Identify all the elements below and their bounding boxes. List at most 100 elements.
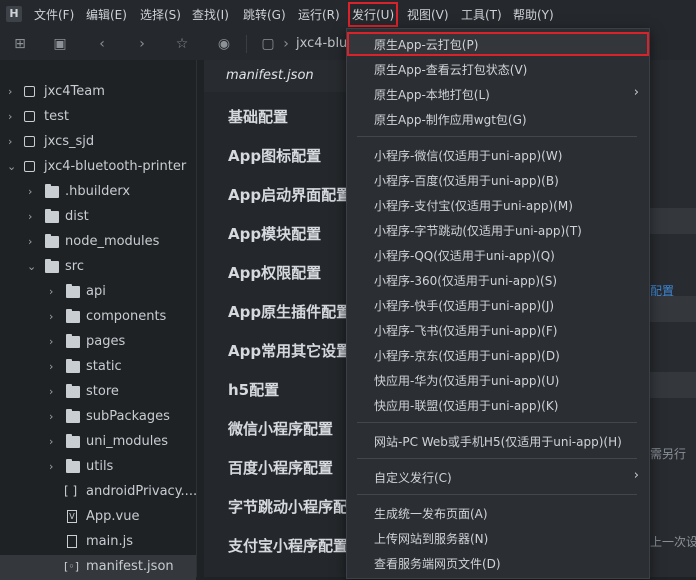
- tree-project-test[interactable]: › test: [0, 105, 196, 130]
- menu-item-label: 自定义发行(C): [374, 471, 452, 485]
- chevron-down-icon[interactable]: ⌄: [27, 260, 37, 274]
- tree-file-main-js[interactable]: main.js: [0, 530, 196, 555]
- menu-item-custom-publish[interactable]: 自定义发行(C) ›: [347, 465, 649, 489]
- hbuilderx-logo-icon: H: [6, 6, 22, 22]
- chevron-right-icon[interactable]: ›: [8, 85, 18, 99]
- chevron-right-icon[interactable]: ›: [49, 360, 59, 374]
- menu-item-upload-website[interactable]: 上传网站到服务器(N): [347, 526, 649, 550]
- menu-item-app-local-pack[interactable]: 原生App-本地打包(L) ›: [347, 82, 649, 106]
- section-h5-config[interactable]: h5配置: [228, 379, 279, 400]
- section-app-icon-config[interactable]: App图标配置: [228, 145, 321, 166]
- menu-item-view-server-files[interactable]: 查看服务端网页文件(D): [347, 551, 649, 575]
- menu-select[interactable]: 选择(S): [140, 6, 181, 23]
- menu-item-mp-360[interactable]: 小程序-360(仅适用于uni-app)(S): [347, 268, 649, 292]
- menu-item-mp-alipay[interactable]: 小程序-支付宝(仅适用于uni-app)(M): [347, 193, 649, 217]
- tree-folder-utils[interactable]: › utils: [0, 455, 196, 480]
- chevron-right-icon[interactable]: ›: [49, 460, 59, 474]
- tree-label: api: [86, 284, 106, 299]
- tree-folder-api[interactable]: › api: [0, 280, 196, 305]
- new-file-icon[interactable]: ⊞: [12, 36, 28, 52]
- publish-dropdown-menu: 原生App-云打包(P) 原生App-查看云打包状态(V) 原生App-本地打包…: [346, 28, 650, 579]
- menu-file[interactable]: 文件(F): [34, 6, 74, 23]
- menu-item-mp-jd[interactable]: 小程序-京东(仅适用于uni-app)(D): [347, 343, 649, 367]
- section-app-other-settings[interactable]: App常用其它设置: [228, 340, 351, 361]
- section-app-splash-config[interactable]: App启动界面配置: [228, 184, 351, 205]
- tree-folder-pages[interactable]: › pages: [0, 330, 196, 355]
- section-bytedance-mp-config[interactable]: 字节跳动小程序配置: [228, 496, 363, 517]
- section-baidu-mp-config[interactable]: 百度小程序配置: [228, 457, 333, 478]
- chevron-right-icon[interactable]: ›: [49, 410, 59, 424]
- folder-icon: [66, 284, 80, 298]
- tree-folder-components[interactable]: › components: [0, 305, 196, 330]
- menu-item-label: 小程序-QQ(仅适用于uni-app)(Q): [374, 249, 555, 263]
- section-app-permission-config[interactable]: App权限配置: [228, 262, 321, 283]
- section-app-native-plugin-config[interactable]: App原生插件配置: [228, 301, 351, 322]
- chevron-right-icon[interactable]: ›: [28, 185, 38, 199]
- section-app-module-config[interactable]: App模块配置: [228, 223, 321, 244]
- tree-folder-store[interactable]: › store: [0, 380, 196, 405]
- menu-item-app-wgt-pack[interactable]: 原生App-制作应用wgt包(G): [347, 107, 649, 131]
- menu-item-mp-qq[interactable]: 小程序-QQ(仅适用于uni-app)(Q): [347, 243, 649, 267]
- chevron-right-icon[interactable]: ›: [49, 310, 59, 324]
- menu-bar: H 文件(F) 编辑(E) 选择(S) 查找(I) 跳转(G) 运行(R) 发行…: [0, 0, 696, 28]
- tree-label: main.js: [86, 534, 133, 549]
- menu-item-quickapp-union[interactable]: 快应用-联盟(仅适用于uni-app)(K): [347, 393, 649, 417]
- json-file-icon: [ ]: [64, 484, 78, 498]
- chevron-right-icon[interactable]: ›: [49, 385, 59, 399]
- menu-view[interactable]: 视图(V): [407, 6, 449, 23]
- menu-item-web-h5[interactable]: 网站-PC Web或手机H5(仅适用于uni-app)(H): [347, 429, 649, 453]
- menu-item-mp-baidu[interactable]: 小程序-百度(仅适用于uni-app)(B): [347, 168, 649, 192]
- menu-help[interactable]: 帮助(Y): [513, 6, 554, 23]
- forward-arrow-icon[interactable]: ›: [134, 36, 150, 52]
- chevron-right-icon[interactable]: ›: [28, 235, 38, 249]
- menu-item-app-cloud-pack[interactable]: 原生App-云打包(P): [347, 32, 649, 56]
- menu-edit[interactable]: 编辑(E): [86, 6, 127, 23]
- menu-publish[interactable]: 发行(U): [347, 2, 399, 27]
- section-alipay-mp-config[interactable]: 支付宝小程序配置: [228, 535, 348, 556]
- menu-item-mp-kuaishou[interactable]: 小程序-快手(仅适用于uni-app)(J): [347, 293, 649, 317]
- section-wechat-mp-config[interactable]: 微信小程序配置: [228, 418, 333, 439]
- tree-folder-subpackages[interactable]: › subPackages: [0, 405, 196, 430]
- back-arrow-icon[interactable]: ‹: [94, 36, 110, 52]
- chevron-right-icon[interactable]: ›: [8, 110, 18, 124]
- tree-file-android-privacy[interactable]: [ ] androidPrivacy....: [0, 480, 198, 505]
- tree-folder-dist[interactable]: › dist: [0, 205, 196, 230]
- menu-item-generate-release-page[interactable]: 生成统一发布页面(A): [347, 501, 649, 525]
- tree-label: androidPrivacy....: [86, 484, 198, 499]
- menu-item-app-cloud-pack-status[interactable]: 原生App-查看云打包状态(V): [347, 57, 649, 81]
- tree-folder-uni-modules[interactable]: › uni_modules: [0, 430, 196, 455]
- star-icon[interactable]: ☆: [174, 36, 190, 52]
- chevron-right-icon[interactable]: ›: [49, 285, 59, 299]
- menu-separator: [357, 494, 637, 495]
- save-icon[interactable]: ▣: [52, 36, 68, 52]
- tree-project-jxc4team[interactable]: › jxc4Team: [0, 80, 196, 105]
- chevron-right-icon[interactable]: ›: [28, 210, 38, 224]
- tree-folder-node-modules[interactable]: › node_modules: [0, 230, 196, 255]
- chevron-down-icon[interactable]: ⌄: [7, 160, 17, 174]
- tree-folder-src[interactable]: ⌄ src: [0, 255, 196, 280]
- menu-run[interactable]: 运行(R): [298, 6, 340, 23]
- section-basic-config[interactable]: 基础配置: [228, 106, 288, 127]
- menu-tools[interactable]: 工具(T): [461, 6, 502, 23]
- tree-project-jxc4-bluetooth-printer[interactable]: ⌄ jxc4-bluetooth-printer: [0, 155, 196, 180]
- menu-item-mp-wechat[interactable]: 小程序-微信(仅适用于uni-app)(W): [347, 143, 649, 167]
- tree-file-manifest-json[interactable]: [◦] manifest.json: [0, 555, 196, 580]
- tree-folder-static[interactable]: › static: [0, 355, 196, 380]
- tree-file-app-vue[interactable]: V App.vue: [0, 505, 196, 530]
- menu-item-mp-bytedance[interactable]: 小程序-字节跳动(仅适用于uni-app)(T): [347, 218, 649, 242]
- editor-tab-title[interactable]: manifest.json: [226, 68, 314, 83]
- chevron-right-icon[interactable]: ›: [49, 335, 59, 349]
- tree-folder-hbuilderx[interactable]: › .hbuilderx: [0, 180, 196, 205]
- chevron-right-icon[interactable]: ›: [8, 135, 18, 149]
- menu-item-label: 小程序-360(仅适用于uni-app)(S): [374, 274, 558, 288]
- menu-item-mp-feishu[interactable]: 小程序-飞书(仅适用于uni-app)(F): [347, 318, 649, 342]
- menu-goto[interactable]: 跳转(G): [243, 6, 286, 23]
- chevron-right-icon[interactable]: ›: [49, 435, 59, 449]
- js-file-icon: [67, 535, 77, 548]
- run-icon[interactable]: ◉: [216, 36, 232, 52]
- menu-item-quickapp-huawei[interactable]: 快应用-华为(仅适用于uni-app)(U): [347, 368, 649, 392]
- folder-icon: [45, 209, 59, 223]
- tree-project-jxcs-sjd[interactable]: › jxcs_sjd: [0, 130, 196, 155]
- menu-find[interactable]: 查找(I): [192, 6, 229, 23]
- folder-icon: [66, 434, 80, 448]
